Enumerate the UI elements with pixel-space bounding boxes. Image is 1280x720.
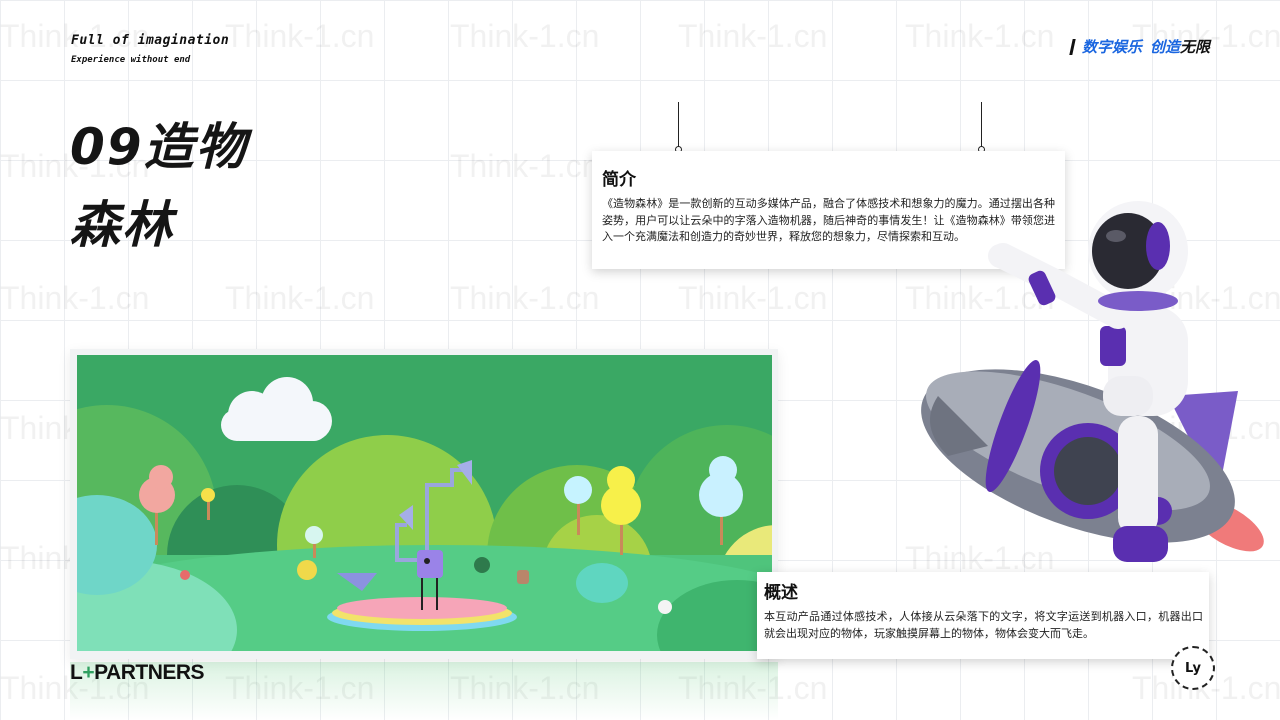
title-line-1: 09造物 [70, 118, 248, 176]
intro-heading: 简介 [602, 170, 636, 190]
tagline-main: Full of imagination [71, 33, 230, 48]
pin-line [678, 102, 679, 150]
tagline-sub: Experience without end [71, 55, 191, 65]
slogan-part-1: 数字娱乐 [1081, 38, 1142, 56]
overview-heading: 概述 [764, 583, 798, 603]
partners-logo: L+PARTNERS [70, 661, 205, 685]
logo-right: PARTNERS [94, 661, 205, 684]
logo-left: L [70, 661, 83, 684]
page-title: 09造物 森林 [70, 108, 248, 264]
overview-body: 本互动产品通过体感技术，人体接从云朵落下的文字，将文字运送到机器入口，机器出口就… [764, 610, 1203, 640]
overview-card: 概述 本互动产品通过体感技术，人体接从云朵落下的文字，将文字运送到机器入口，机器… [757, 572, 1209, 659]
logo-plus: + [82, 661, 95, 684]
slogan-divider [1069, 38, 1076, 55]
header-slogan: 数字娱乐 创造无限 [1069, 36, 1210, 57]
pin-line [981, 102, 982, 150]
astronaut-rocket-illustration [921, 201, 1264, 562]
slogan-part-2-group: 创造无限 [1150, 36, 1210, 57]
badge-text: Ly [1185, 660, 1201, 676]
brand-badge-icon: Ly [1171, 646, 1215, 690]
title-line-2: 森林 [70, 196, 174, 254]
slogan-part-3: 无限 [1179, 38, 1210, 56]
slogan-part-2: 创造 [1149, 38, 1180, 56]
forest-scene-image [77, 355, 772, 651]
